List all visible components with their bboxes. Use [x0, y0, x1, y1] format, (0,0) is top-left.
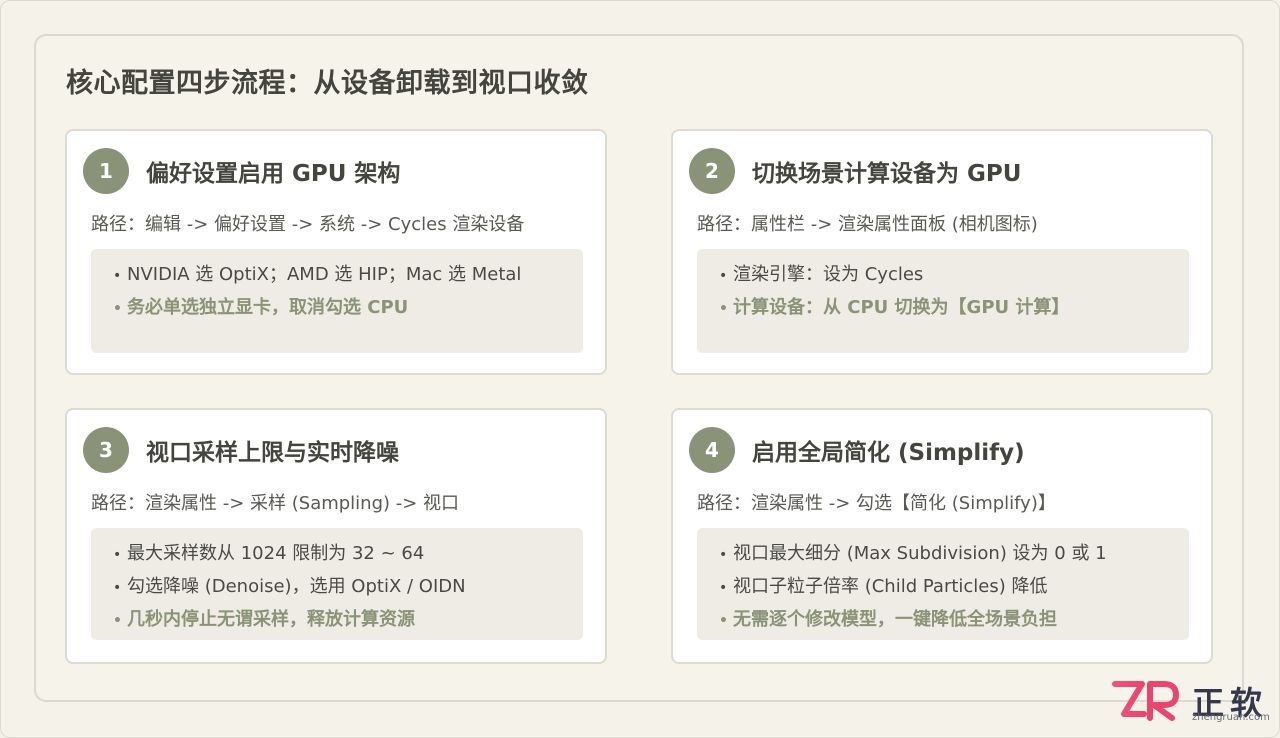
step-number-badge: 1: [83, 148, 129, 194]
bullet-dot-icon: •: [719, 580, 728, 596]
step-title: 偏好设置启用 GPU 架构: [146, 161, 401, 187]
detail-item: • 最大采样数从 1024 限制为 32 ~ 64: [113, 538, 583, 571]
bullet-dot-icon: •: [719, 547, 728, 563]
step-path: 路径：渲染属性 -> 勾选【简化 (Simplify)】: [697, 493, 1056, 514]
detail-item-highlight: • 几秒内停止无谓采样，释放计算资源: [113, 604, 583, 637]
step-title: 切换场景计算设备为 GPU: [752, 161, 1022, 187]
step-details: • 视口最大细分 (Max Subdivision) 设为 0 或 1 • 视口子粒…: [697, 528, 1189, 640]
step-title: 视口采样上限与实时降噪: [146, 440, 399, 466]
zr-logo-icon: [1112, 681, 1179, 721]
brand-logo: 正软 zhengruan.com: [1112, 680, 1272, 728]
bullet-dot-icon: •: [113, 268, 122, 284]
detail-item-highlight: • 务必单选独立显卡，取消勾选 CPU: [113, 292, 583, 325]
bullet-dot-icon: •: [719, 613, 728, 629]
bullet-dot-icon: •: [113, 547, 122, 563]
brand-site: zhengruan.com: [1192, 712, 1270, 723]
step-card-3: 3 视口采样上限与实时降噪 路径：渲染属性 -> 采样 (Sampling) -…: [65, 408, 607, 664]
bullet-dot-icon: •: [719, 301, 728, 317]
detail-item-highlight: • 计算设备：从 CPU 切换为【GPU 计算】: [719, 292, 1189, 325]
step-number-badge: 3: [83, 427, 129, 473]
detail-item: • 勾选降噪 (Denoise)，选用 OptiX / OIDN: [113, 571, 583, 604]
detail-item-highlight: • 无需逐个修改模型，一键降低全场景负担: [719, 604, 1189, 637]
page-title: 核心配置四步流程：从设备卸载到视口收敛: [66, 68, 589, 99]
step-card-2: 2 切换场景计算设备为 GPU 路径：属性栏 -> 渲染属性面板 (相机图标) …: [671, 129, 1213, 375]
bullet-dot-icon: •: [113, 580, 122, 596]
detail-item: • NVIDIA 选 OptiX；AMD 选 HIP；Mac 选 Metal: [113, 259, 583, 292]
step-path: 路径：编辑 -> 偏好设置 -> 系统 -> Cycles 渲染设备: [91, 214, 525, 235]
step-title: 启用全局简化 (Simplify): [752, 440, 1025, 466]
bullet-dot-icon: •: [113, 301, 122, 317]
step-path: 路径：渲染属性 -> 采样 (Sampling) -> 视口: [91, 493, 460, 514]
step-number-badge: 4: [689, 427, 735, 473]
step-number-badge: 2: [689, 148, 735, 194]
bullet-dot-icon: •: [113, 613, 122, 629]
detail-item: • 视口子粒子倍率 (Child Particles) 降低: [719, 571, 1189, 604]
step-details: • NVIDIA 选 OptiX；AMD 选 HIP；Mac 选 Metal • 务…: [91, 249, 583, 353]
detail-item: • 渲染引擎：设为 Cycles: [719, 259, 1189, 292]
step-path: 路径：属性栏 -> 渲染属性面板 (相机图标): [697, 214, 1038, 235]
step-card-1: 1 偏好设置启用 GPU 架构 路径：编辑 -> 偏好设置 -> 系统 -> C…: [65, 129, 607, 375]
detail-item: • 视口最大细分 (Max Subdivision) 设为 0 或 1: [719, 538, 1189, 571]
bullet-dot-icon: •: [719, 268, 728, 284]
step-details: • 渲染引擎：设为 Cycles • 计算设备：从 CPU 切换为【GPU 计算】: [697, 249, 1189, 353]
step-card-4: 4 启用全局简化 (Simplify) 路径：渲染属性 -> 勾选【简化 (Si…: [671, 408, 1213, 664]
step-details: • 最大采样数从 1024 限制为 32 ~ 64 • 勾选降噪 (Denoise)…: [91, 528, 583, 640]
